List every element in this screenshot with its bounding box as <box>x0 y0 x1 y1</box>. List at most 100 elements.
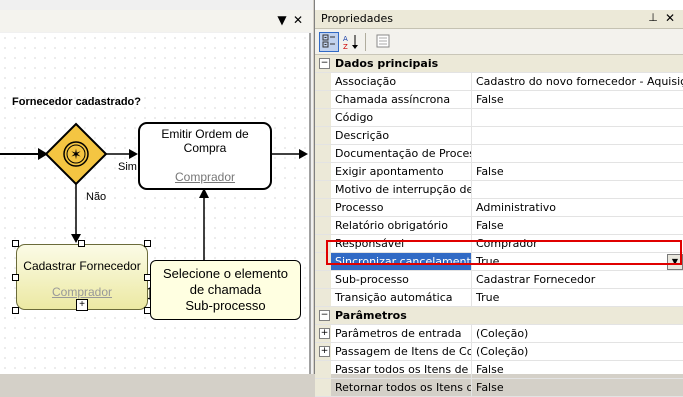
row-gutter <box>315 361 331 378</box>
callout-line: de chamada <box>189 282 262 297</box>
collapse-icon[interactable]: − <box>319 58 330 69</box>
selection-handle[interactable] <box>78 240 85 247</box>
property-value[interactable] <box>473 127 683 144</box>
property-row[interactable]: Exigir apontamento False <box>315 163 683 181</box>
property-name: Exigir apontamento <box>331 163 472 180</box>
selection-handle[interactable] <box>12 307 19 314</box>
pin-icon[interactable]: ⊥ <box>646 11 660 25</box>
selection-handle[interactable] <box>12 274 19 281</box>
chevron-down-icon[interactable]: ▼ <box>667 254 683 270</box>
property-value[interactable]: Comprador <box>473 235 683 252</box>
property-grid: − Dados principais Associação Cadastro do… <box>315 55 683 397</box>
property-name: Relatório obrigatório <box>331 217 472 234</box>
property-name: Passagem de Itens de Config <box>331 343 472 360</box>
callout-line: Sub-processo <box>185 298 266 313</box>
subprocess-cadastrar-fornecedor[interactable]: Cadastrar Fornecedor Comprador + <box>16 244 148 311</box>
property-value[interactable]: False <box>473 361 683 378</box>
property-value[interactable]: False <box>473 217 683 234</box>
row-gutter <box>315 163 331 180</box>
properties-titlebar: Propriedades ⊥ ✕ <box>315 10 683 29</box>
property-value[interactable]: Cadastrar Fornecedor <box>473 271 683 288</box>
expand-icon[interactable]: + <box>319 346 330 357</box>
diagram-connectors: ✶ <box>0 122 308 300</box>
diagram-canvas[interactable]: ✶ Fornecedor cadastrado? Sim Não Emitir … <box>0 33 311 374</box>
property-row[interactable]: Chamada assíncrona False <box>315 91 683 109</box>
property-name: Responsável <box>331 235 472 252</box>
svg-text:✶: ✶ <box>70 147 82 163</box>
property-value[interactable]: (Coleção) <box>473 325 683 342</box>
categorized-icon[interactable] <box>319 32 339 52</box>
property-name: Retornar todos os Itens de C <box>331 379 472 396</box>
star-gateway-icon[interactable]: ✶ <box>44 122 108 186</box>
property-row[interactable]: Sub-processo Cadastrar Fornecedor <box>315 271 683 289</box>
subprocess-expand-icon[interactable]: + <box>76 299 88 311</box>
selection-handle[interactable] <box>144 240 151 247</box>
task-emitir-name: Emitir Ordem de Compra <box>161 127 249 155</box>
selection-handle[interactable] <box>12 240 19 247</box>
property-value[interactable]: True <box>473 289 683 306</box>
row-gutter <box>315 271 331 288</box>
property-name: Transição automática <box>331 289 472 306</box>
property-name: Sincronizar cancelamento <box>331 253 472 270</box>
flow-sim-label: Sim <box>118 161 137 173</box>
diagram-pane-titlebar: ▼ ✕ <box>0 10 313 32</box>
properties-toolbar: AZ <box>315 29 683 55</box>
diagram-pane-close-icon[interactable]: ✕ <box>291 13 305 27</box>
property-row[interactable]: Passar todos os Itens de CorFalse <box>315 361 683 379</box>
toolbar-separator <box>365 33 366 51</box>
property-row[interactable]: Relatório obrigatório False <box>315 217 683 235</box>
property-value[interactable]: False <box>473 91 683 108</box>
row-gutter <box>315 73 331 90</box>
row-gutter <box>315 217 331 234</box>
property-row[interactable]: Transição automática True <box>315 289 683 307</box>
category-label: Parâmetros <box>335 309 407 322</box>
property-name: Passar todos os Itens de Cor <box>331 361 472 378</box>
properties-title: Propriedades <box>321 12 393 25</box>
row-gutter <box>315 199 331 216</box>
category-parametros[interactable]: − Parâmetros <box>315 307 683 325</box>
property-name: Descrição <box>331 127 472 144</box>
property-value[interactable] <box>473 181 683 198</box>
alphabetical-sort-icon[interactable]: AZ <box>341 32 361 52</box>
property-row[interactable]: +Passagem de Itens de Config(Coleção) <box>315 343 683 361</box>
subprocess-name: Cadastrar Fornecedor <box>23 259 141 273</box>
property-value[interactable]: False <box>473 163 683 180</box>
collapse-icon[interactable]: − <box>319 310 330 321</box>
row-gutter <box>315 145 331 162</box>
property-value[interactable] <box>473 145 683 162</box>
task-emitir-ordem[interactable]: Emitir Ordem de Compra Comprador <box>138 122 272 190</box>
property-row[interactable]: Motivo de interrupção de AN <box>315 181 683 199</box>
property-name: Motivo de interrupção de AN <box>331 181 472 198</box>
property-row[interactable]: Documentação de Processo <box>315 145 683 163</box>
flow-nao-label: Não <box>86 191 107 203</box>
gateway-question-label: Fornecedor cadastrado? <box>12 96 141 108</box>
property-row-selected[interactable]: Sincronizar cancelamento True ▼ <box>315 253 683 271</box>
property-value[interactable]: Administrativo <box>473 199 683 216</box>
property-row[interactable]: Descrição <box>315 127 683 145</box>
property-row[interactable]: + Parâmetros de entrada (Coleção) <box>315 325 683 343</box>
row-gutter <box>315 235 331 252</box>
property-value[interactable]: (Coleção) <box>473 343 683 360</box>
property-name: Código <box>331 109 472 126</box>
subprocess-role: Comprador <box>51 285 113 299</box>
property-row[interactable]: Código <box>315 109 683 127</box>
task-emitir-role: Comprador <box>174 170 236 184</box>
expand-icon[interactable]: + <box>319 328 330 339</box>
property-name: Documentação de Processo <box>331 145 472 162</box>
property-value[interactable]: Cadastro do novo fornecedor - Aquisição … <box>473 73 683 90</box>
category-dados-principais[interactable]: − Dados principais <box>315 55 683 73</box>
property-pages-icon[interactable] <box>373 32 393 52</box>
property-name: Sub-processo <box>331 271 472 288</box>
property-value[interactable]: False <box>473 379 683 396</box>
property-row[interactable]: Associação Cadastro do novo fornecedor - … <box>315 73 683 91</box>
property-row[interactable]: Processo Administrativo <box>315 199 683 217</box>
property-row[interactable]: Responsável Comprador <box>315 235 683 253</box>
property-value-dropdown[interactable]: True <box>473 253 683 270</box>
properties-close-icon[interactable]: ✕ <box>663 11 677 25</box>
pane-menu-dropdown-icon[interactable]: ▼ <box>275 13 289 27</box>
property-row[interactable]: Retornar todos os Itens de CFalse <box>315 379 683 397</box>
property-value[interactable] <box>473 109 683 126</box>
callout-line: Selecione o elemento <box>162 266 289 281</box>
row-gutter <box>315 379 331 396</box>
svg-text:A: A <box>343 35 348 43</box>
